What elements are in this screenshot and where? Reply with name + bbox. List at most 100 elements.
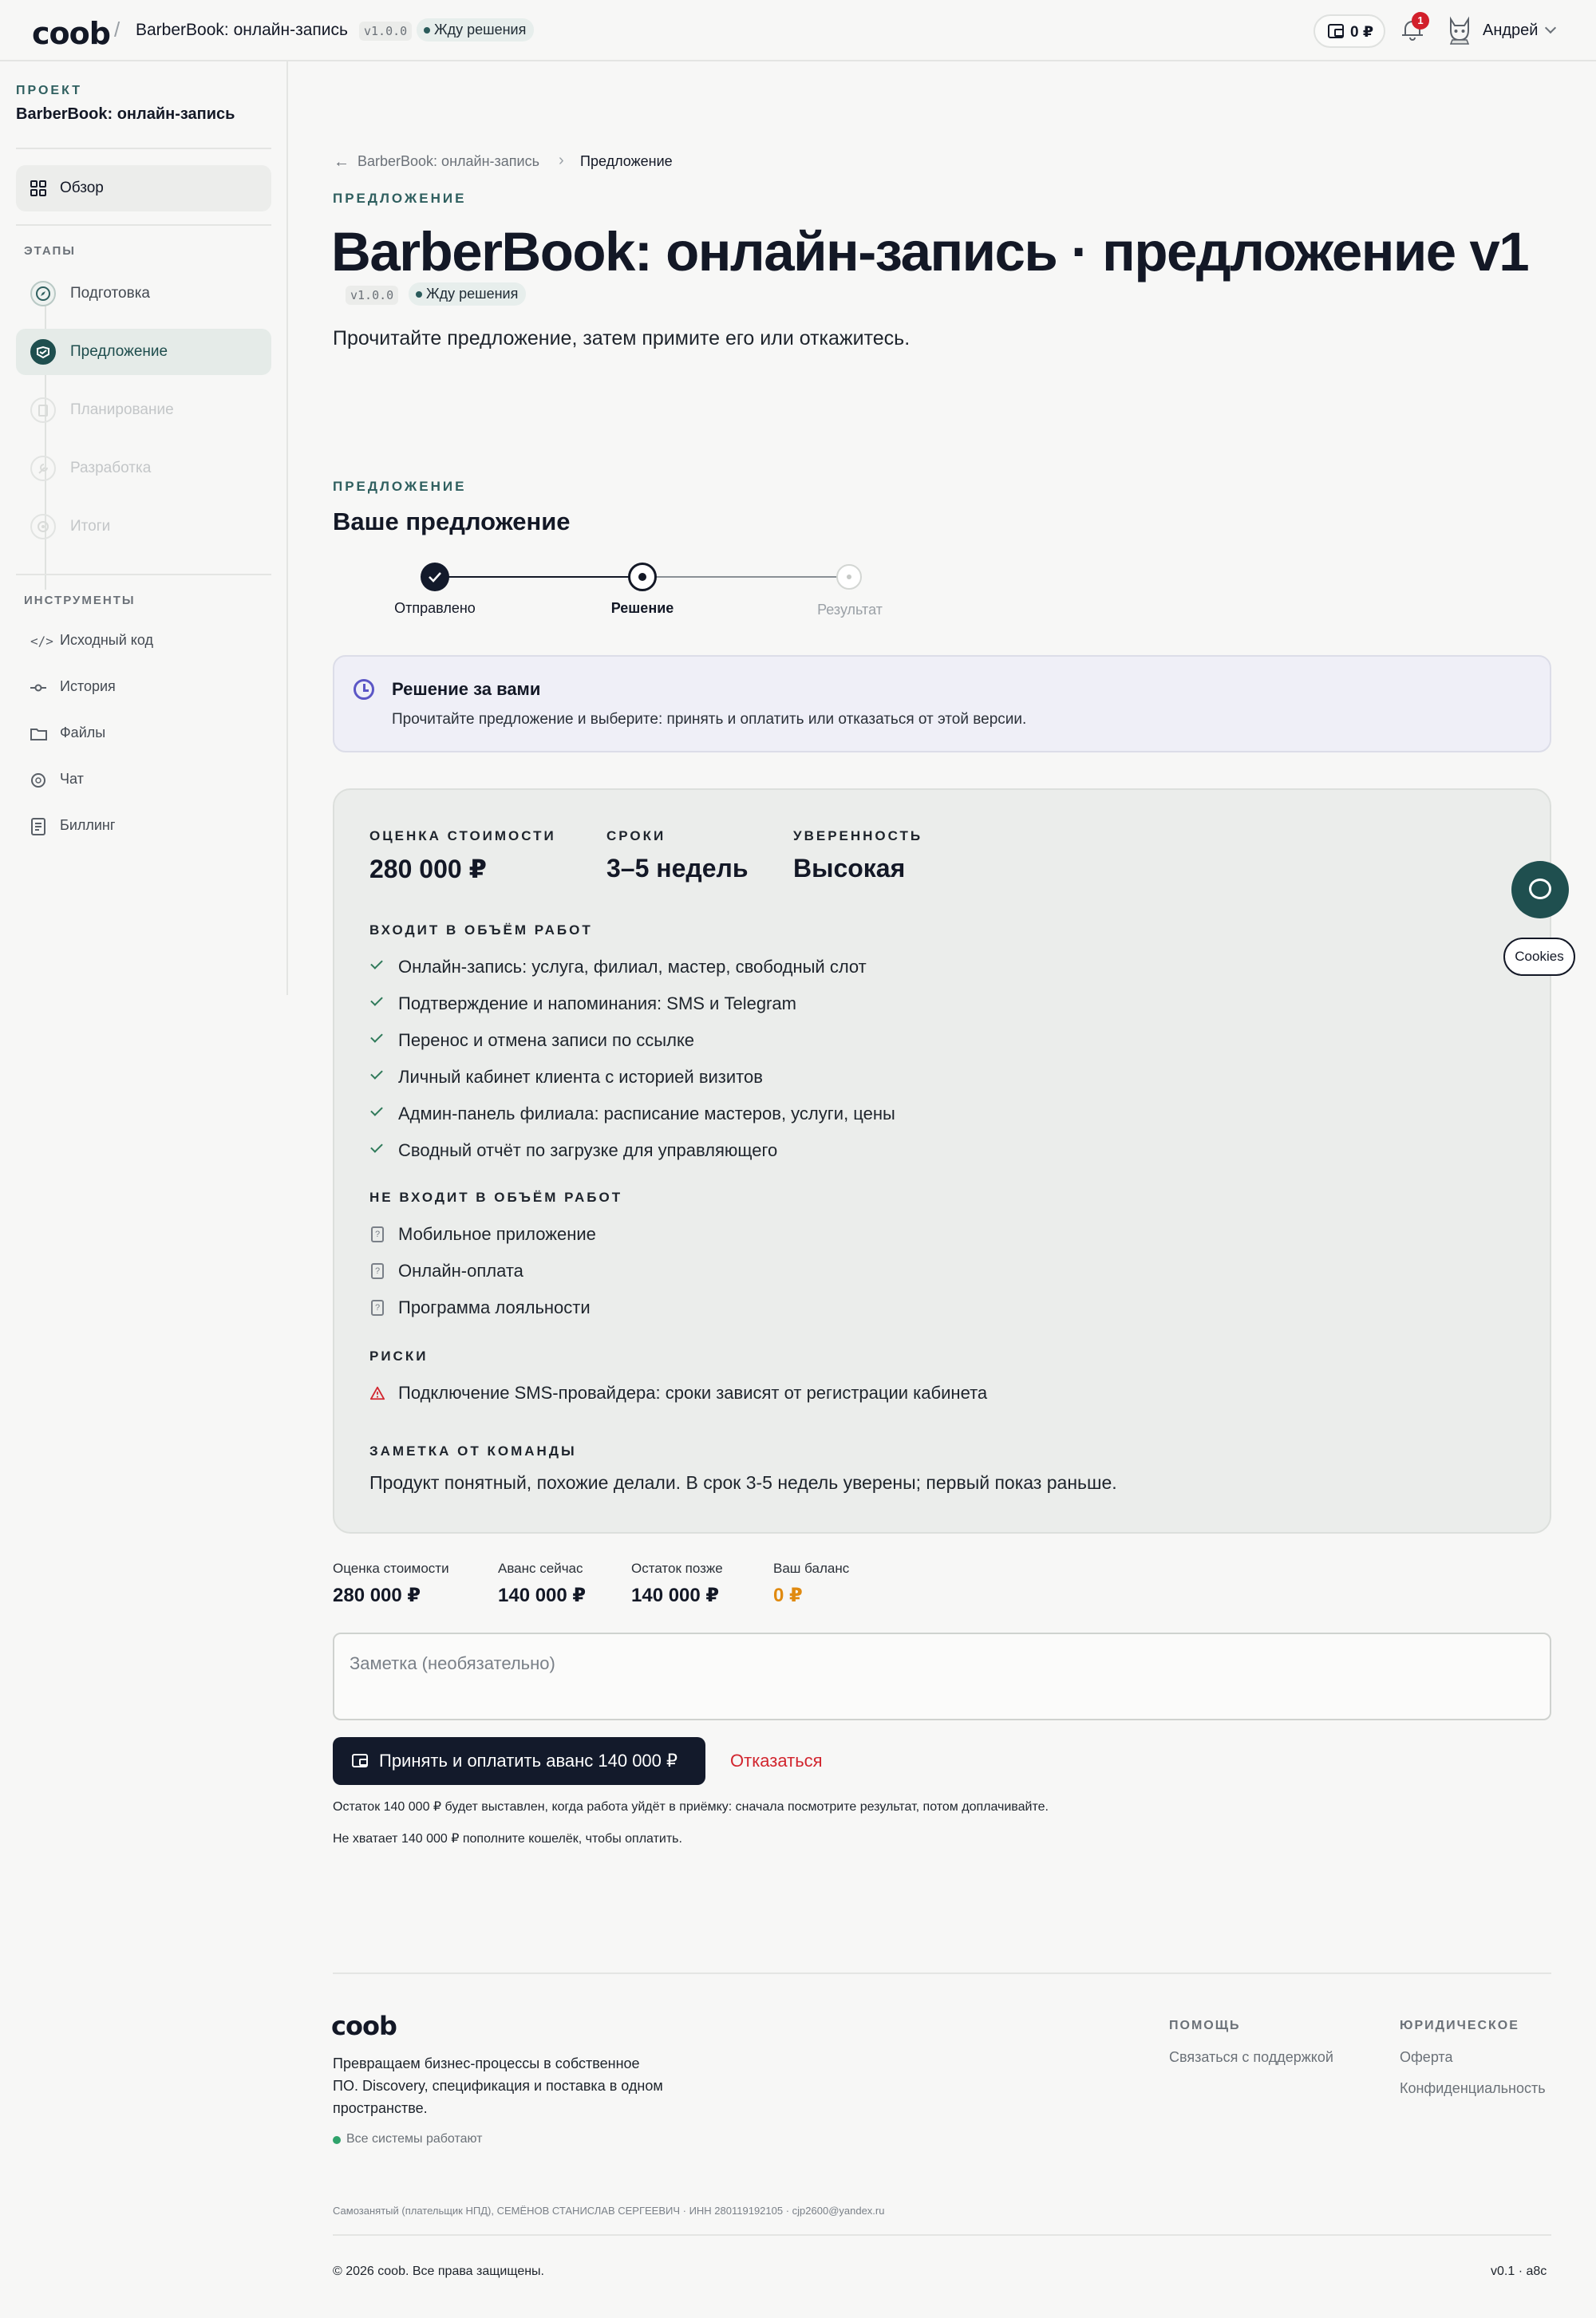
cookies-button[interactable]: Cookies	[1503, 938, 1575, 976]
status-badge-label: Жду решения	[434, 22, 527, 38]
sidebar-item-label: Исходный код	[60, 632, 153, 648]
file-question-icon: ?	[371, 1226, 384, 1242]
sidebar: ПРОЕКТ BarberBook: онлайн-запись Обзор Э…	[0, 61, 288, 995]
status-dot-icon	[424, 27, 430, 34]
sidebar-item-label: Разработка	[70, 460, 152, 476]
wallet-button[interactable]: 0 ₽	[1314, 14, 1385, 48]
list-item-text: Сводный отчёт по загрузке для управляюще…	[398, 1140, 778, 1160]
back-arrow-icon[interactable]: ←	[334, 153, 350, 172]
top-bar: coob / BarberBook: онлайн-запись v1.0.0 …	[0, 0, 1596, 61]
accept-and-pay-button[interactable]: Принять и оплатить аванс 140 000 ₽	[333, 1737, 705, 1785]
summary-label: Ваш баланс	[773, 1561, 850, 1576]
proposal-card: ОЦЕНКА СТОИМОСТИ 280 000 ₽ СРОКИ 3–5 нед…	[333, 788, 1551, 1534]
step-current-icon	[628, 563, 657, 591]
sidebar-item-overview[interactable]: Обзор	[16, 165, 271, 211]
summary-value: 140 000 ₽	[498, 1585, 587, 1606]
step-done-check-icon	[421, 563, 449, 591]
stages-label: ЭТАПЫ	[24, 244, 76, 258]
sidebar-item-billing[interactable]: Биллинг	[16, 809, 271, 844]
step-label: Отправлено	[394, 600, 476, 616]
avatar[interactable]	[1446, 16, 1473, 45]
sidebar-project-label: ПРОЕКТ	[16, 84, 83, 97]
note-placeholder: Заметка (необязательно)	[350, 1653, 555, 1673]
divider	[16, 148, 271, 149]
check-icon	[370, 1140, 383, 1153]
sidebar-item-label: Файлы	[60, 725, 106, 740]
summary-label: Оценка стоимости	[333, 1561, 449, 1576]
file-question-icon: ?	[371, 1263, 384, 1279]
divider	[16, 574, 271, 575]
footer-divider	[333, 1972, 1551, 1974]
sidebar-item-history[interactable]: История	[16, 670, 271, 705]
system-status[interactable]: Все системы работают	[346, 2132, 482, 2146]
header-project-title[interactable]: BarberBook: онлайн-запись	[136, 21, 348, 40]
decline-button[interactable]: Отказаться	[730, 1751, 823, 1771]
handshake-icon	[30, 339, 56, 365]
compass-icon	[30, 281, 56, 306]
sidebar-item-label: Предложение	[70, 343, 168, 360]
list-item-text: Админ-панель филиала: расписание мастеро…	[398, 1104, 895, 1123]
page-lead: Прочитайте предложение, затем примите ег…	[333, 327, 911, 349]
summary-label: Остаток позже	[631, 1561, 723, 1576]
version-badge: v1.0.0	[359, 22, 413, 41]
copyright: © 2026 coob. Все права защищены.	[333, 2265, 544, 2278]
metric-label: ОЦЕНКА СТОИМОСТИ	[369, 828, 556, 843]
chevron-right-icon: ›	[559, 152, 564, 169]
notification-count-badge: 1	[1412, 12, 1429, 30]
insufficient-funds-hint: Не хватает 140 000 ₽ пополните кошелёк, …	[333, 1832, 682, 1846]
sidebar-item-chat[interactable]: Чат	[16, 763, 271, 798]
step-label: Решение	[610, 600, 674, 616]
wallet-amount: 0 ₽	[1350, 24, 1374, 41]
support-link[interactable]: Связаться с поддержкой	[1169, 2049, 1333, 2066]
sidebar-item-files[interactable]: Файлы	[16, 717, 271, 752]
wallet-icon	[1328, 24, 1344, 38]
status-dot-icon	[416, 291, 422, 298]
footer-logo[interactable]: coob	[331, 2011, 397, 2041]
check-icon	[370, 1030, 383, 1043]
chevron-down-icon[interactable]	[1544, 22, 1557, 34]
footer-legal-heading: ЮРИДИЧЕСКОЕ	[1400, 2019, 1519, 2032]
payment-hint: Остаток 140 000 ₽ будет выставлен, когда…	[333, 1800, 1049, 1814]
sidebar-item-label: Обзор	[60, 180, 104, 196]
tools-label: ИНСТРУМЕНТЫ	[24, 594, 136, 607]
sidebar-project-name: BarberBook: онлайн-запись	[16, 105, 235, 123]
sidebar-item-results: Итоги	[16, 503, 271, 550]
sidebar-item-proposal[interactable]: Предложение	[16, 329, 271, 375]
summary-value: 140 000 ₽	[631, 1585, 720, 1606]
logo[interactable]: coob	[32, 16, 111, 51]
check-icon	[370, 1104, 383, 1116]
note-textarea[interactable]: Заметка (необязательно)	[333, 1633, 1551, 1720]
sidebar-item-source-code[interactable]: </> Исходный код	[16, 624, 271, 659]
chat-icon	[1529, 879, 1551, 899]
sidebar-item-label: История	[60, 678, 116, 694]
file-question-icon: ?	[371, 1300, 384, 1316]
user-name[interactable]: Андрей	[1483, 22, 1538, 40]
grid-icon	[30, 180, 46, 196]
check-icon	[370, 957, 383, 969]
breadcrumb-current: Предложение	[580, 153, 673, 169]
step-label: Результат	[817, 602, 883, 618]
privacy-link[interactable]: Конфиденциальность	[1400, 2080, 1546, 2097]
wallet-icon	[352, 1754, 368, 1767]
list-item-text: Подтверждение и напоминания: SMS и Teleg…	[398, 993, 796, 1013]
step-pending-icon	[836, 564, 862, 590]
divider	[16, 224, 271, 226]
sidebar-item-label: Планирование	[70, 401, 174, 418]
summary-label: Аванс сейчас	[498, 1561, 583, 1576]
offer-link[interactable]: Оферта	[1400, 2049, 1453, 2066]
list-item-text: Подключение SMS-провайдера: сроки завися…	[398, 1383, 988, 1403]
clock-icon	[354, 679, 374, 700]
chat-fab-button[interactable]	[1511, 861, 1569, 918]
breadcrumb-parent-link[interactable]: BarberBook: онлайн-запись	[358, 153, 539, 170]
sidebar-item-planning: Планирование	[16, 387, 271, 433]
list-item-text: Перенос и отмена записи по ссылке	[398, 1030, 695, 1050]
status-dot-icon	[333, 2136, 341, 2144]
accept-button-label: Принять и оплатить аванс 140 000 ₽	[379, 1751, 678, 1771]
footer-tagline: Превращаем бизнес-процессы в собственное…	[333, 2055, 663, 2116]
sidebar-item-preparation[interactable]: Подготовка	[16, 270, 271, 317]
in-scope-label: ВХОДИТ В ОБЪЁМ РАБОТ	[369, 922, 593, 938]
proposal-title: Ваше предложение	[333, 507, 571, 535]
app-version: v0.1 · a8c	[1491, 2265, 1547, 2278]
list-item-text: Личный кабинет клиента с историей визито…	[398, 1067, 763, 1087]
commit-icon	[30, 684, 46, 692]
